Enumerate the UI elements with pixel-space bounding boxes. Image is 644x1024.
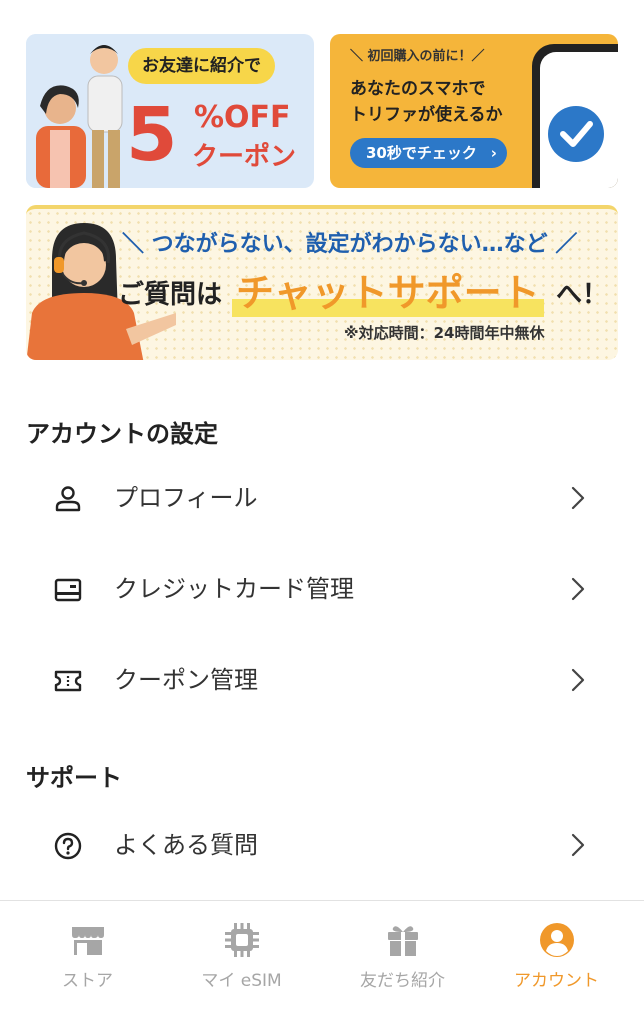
account-circle-icon — [540, 923, 574, 957]
referral-coupon-banner[interactable]: お友達に紹介で 5 %OFF クーポン — [26, 34, 314, 188]
chevron-right-icon — [571, 668, 585, 692]
chat-banner-highlight-text: チャットサポート — [232, 269, 544, 317]
credit-card-icon — [54, 578, 82, 602]
chevron-right-icon — [571, 577, 585, 601]
profile-label: プロフィール — [114, 484, 258, 512]
check-button-label: 30秒でチェック — [366, 144, 477, 162]
coupon-percent-number: 5 — [126, 92, 177, 178]
coupon-bubble-text: お友達に紹介で — [128, 48, 275, 84]
coupon-management-label: クーポン管理 — [114, 666, 258, 694]
person-icon — [55, 486, 81, 512]
check-line2-text: トリファが使えるか — [350, 105, 503, 125]
settings-item-credit-card[interactable]: クレジットカード管理 — [0, 544, 644, 634]
coupon-label-text: クーポン — [192, 142, 297, 172]
coupon-off-text: %OFF — [194, 100, 291, 135]
credit-card-label: クレジットカード管理 — [114, 575, 354, 603]
check-pre-text: ＼ 初回購入の前に！／ — [350, 49, 485, 64]
bottom-tab-bar: ストア マイ eSIM 友だち紹介 アカウント — [0, 900, 644, 1024]
chat-banner-hours-text: ※対応時間：24時間年中無休 — [344, 324, 545, 342]
tab-refer-friends[interactable]: 友だち紹介 — [322, 901, 483, 1024]
ticket-icon — [54, 670, 82, 692]
faq-label: よくある質問 — [114, 831, 258, 859]
gift-icon — [388, 926, 418, 956]
tab-store-label: ストア — [62, 971, 113, 991]
settings-item-coupon[interactable]: クーポン管理 — [0, 635, 644, 725]
promo-banner-row: お友達に紹介で 5 %OFF クーポン ＼ 初回購入の前に！／ あなたのスマホで… — [26, 34, 618, 188]
support-section-title: サポート — [26, 764, 122, 792]
chip-icon — [225, 923, 259, 957]
chat-banner-pre-text: ご質問は — [118, 280, 223, 310]
tab-my-esim[interactable]: マイ eSIM — [161, 901, 322, 1024]
settings-item-faq[interactable]: よくある質問 — [0, 800, 644, 890]
friends-illustration — [26, 34, 136, 188]
tab-refer-friends-label: 友だち紹介 — [360, 971, 445, 991]
store-icon — [72, 927, 104, 955]
account-settings-title: アカウントの設定 — [26, 420, 218, 448]
question-circle-icon — [54, 832, 82, 860]
tab-my-esim-label: マイ eSIM — [201, 971, 282, 991]
smartphone-check-illustration — [532, 44, 618, 188]
check-button[interactable]: 30秒でチェック › — [350, 138, 507, 168]
chevron-right-icon: › — [490, 144, 497, 162]
chat-support-banner[interactable]: ＼ つながらない、設定がわからない…など ／ ご質問は チャットサポート へ！ … — [26, 205, 618, 360]
chat-banner-top-text: ＼ つながらない、設定がわからない…など ／ — [122, 232, 578, 257]
account-page: お友達に紹介で 5 %OFF クーポン ＼ 初回購入の前に！／ あなたのスマホで… — [0, 0, 644, 1024]
settings-item-profile[interactable]: プロフィール — [0, 453, 644, 543]
check-line1-text: あなたのスマホで — [350, 79, 486, 99]
chat-banner-post-text: へ！ — [556, 280, 609, 310]
chevron-right-icon — [571, 486, 585, 510]
tab-store[interactable]: ストア — [7, 901, 168, 1024]
compatibility-check-banner[interactable]: ＼ 初回購入の前に！／ あなたのスマホで トリファが使えるか 30秒でチェック … — [330, 34, 618, 188]
tab-account-label: アカウント — [514, 971, 599, 991]
chevron-right-icon — [571, 833, 585, 857]
tab-account[interactable]: アカウント — [476, 901, 637, 1024]
